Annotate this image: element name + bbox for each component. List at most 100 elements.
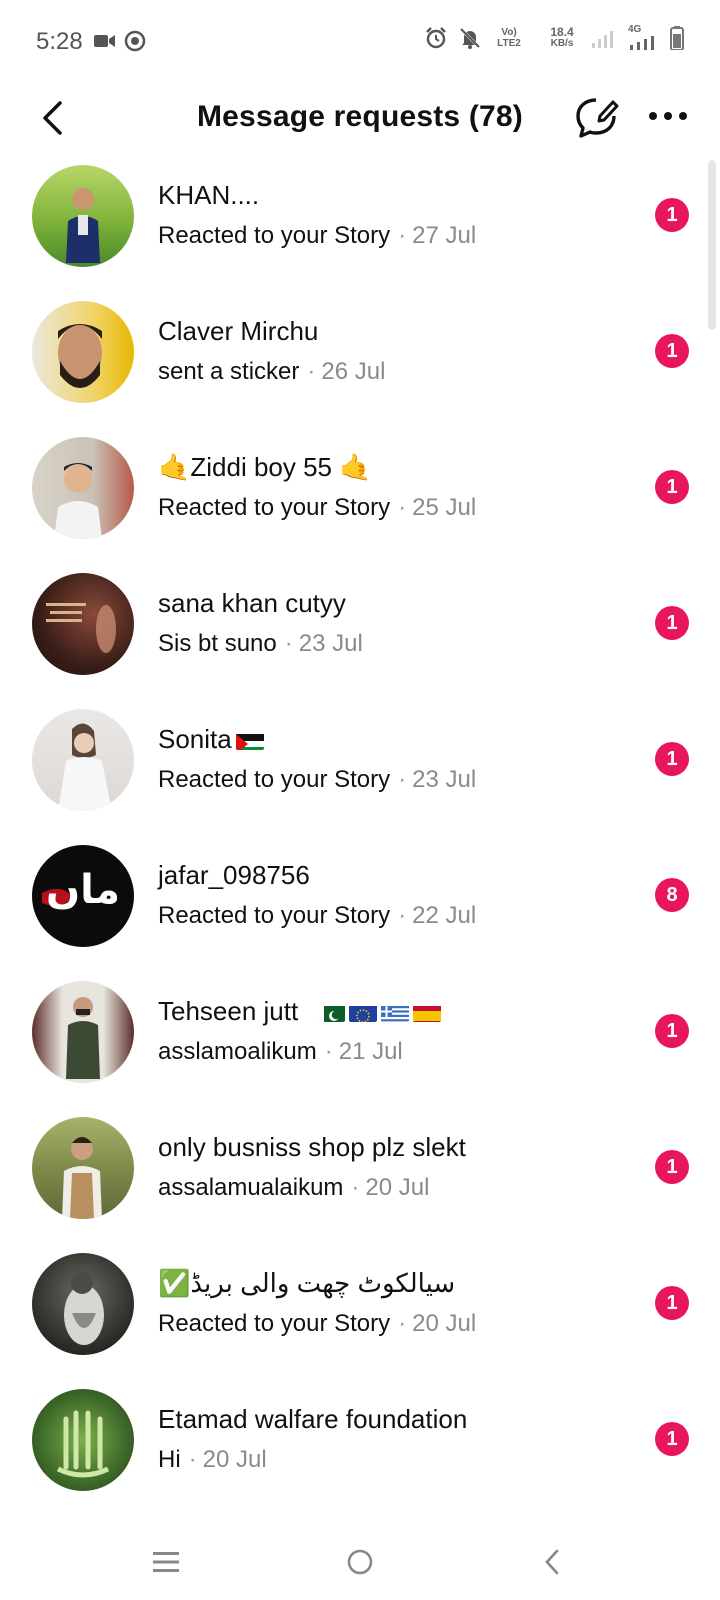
separator-dot: · bbox=[324, 1038, 333, 1065]
message-request-row[interactable]: Sonita Reacted to your Story · 23 Jul 1 bbox=[0, 700, 720, 836]
message-request-row[interactable]: ماں jafar_098756 Reacted to your Story · 2… bbox=[0, 836, 720, 972]
message-preview: Reacted to your Story · 23 Jul bbox=[158, 766, 476, 794]
sender-name-text: Sonita bbox=[158, 724, 232, 754]
avatar-figure bbox=[58, 723, 112, 811]
avatar-figure bbox=[66, 997, 100, 1079]
speed-unit: KB/s bbox=[550, 38, 574, 49]
signal-weak-icon bbox=[592, 31, 613, 48]
message-text: Reacted to your Story bbox=[158, 766, 391, 793]
avatar-calligraphy: ماں bbox=[46, 867, 120, 913]
message-date: 20 Jul bbox=[412, 1310, 477, 1337]
unread-badge: 1 bbox=[655, 742, 689, 776]
status-left-icons bbox=[94, 30, 146, 52]
unread-badge: 1 bbox=[655, 1286, 689, 1320]
avatar-figure bbox=[66, 188, 100, 263]
message-request-row[interactable]: only busniss shop plz slekt assalamualai… bbox=[0, 1108, 720, 1244]
header: Message requests (78) bbox=[0, 84, 720, 156]
message-text: Reacted to your Story bbox=[158, 1310, 391, 1337]
unread-badge: 8 bbox=[655, 878, 689, 912]
message-request-row[interactable]: Etamad walfare foundation Hi · 20 Jul 1 bbox=[0, 1380, 720, 1516]
message-date: 23 Jul bbox=[298, 630, 363, 657]
avatar[interactable]: ماں bbox=[32, 845, 134, 947]
avatar[interactable] bbox=[32, 1389, 134, 1491]
avatar-figure bbox=[54, 463, 102, 539]
separator-dot: · bbox=[398, 494, 407, 521]
avatar-figure bbox=[58, 324, 102, 388]
status-right-icons: Vo) LTE2 18.4 KB/s 4G bbox=[424, 24, 684, 50]
unread-badge: 1 bbox=[655, 1150, 689, 1184]
message-request-row[interactable]: ✅سیالکوٹ چھت والی بریڈ Reacted to your S… bbox=[0, 1244, 720, 1380]
separator-dot: · bbox=[351, 1174, 360, 1201]
sender-name: Etamad walfare foundation bbox=[158, 1404, 468, 1434]
message-preview: Reacted to your Story · 22 Jul bbox=[158, 902, 476, 930]
avatar[interactable] bbox=[32, 709, 134, 811]
separator-dot: · bbox=[398, 766, 407, 793]
video-camera-icon bbox=[94, 35, 115, 47]
system-back-button[interactable] bbox=[532, 1542, 572, 1582]
separator-dot: · bbox=[398, 1310, 407, 1337]
sender-name: Tehseen jutt bbox=[158, 996, 442, 1027]
message-request-row[interactable]: Claver Mirchu sent a sticker · 26 Jul 1 bbox=[0, 292, 720, 428]
system-navigation-bar bbox=[0, 1524, 720, 1600]
avatar-figure bbox=[64, 1272, 104, 1345]
mute-icon bbox=[459, 27, 481, 49]
separator-dot: · bbox=[398, 222, 407, 249]
message-text: sent a sticker bbox=[158, 358, 300, 385]
recent-apps-button[interactable] bbox=[146, 1542, 186, 1582]
avatar[interactable] bbox=[32, 573, 134, 675]
status-time: 5:28 bbox=[36, 28, 83, 55]
sender-name: KHAN.... bbox=[158, 180, 260, 210]
lte-label: LTE2 bbox=[497, 38, 521, 49]
lte-indicator: Vo) LTE2 bbox=[492, 27, 526, 49]
avatar[interactable] bbox=[32, 165, 134, 267]
greece-flag-icon bbox=[381, 1002, 410, 1022]
sender-name-text: Tehseen jutt bbox=[158, 996, 299, 1026]
message-preview: Hi · 20 Jul bbox=[158, 1446, 267, 1474]
avatar[interactable] bbox=[32, 1253, 134, 1355]
message-request-row[interactable]: Tehseen jutt asslamoalikum · 21 Jul 1 bbox=[0, 972, 720, 1108]
home-circle-icon bbox=[347, 1549, 373, 1575]
palestine-flag-icon bbox=[235, 730, 264, 750]
avatar-figure bbox=[46, 603, 116, 653]
alarm-icon bbox=[426, 27, 446, 49]
avatar[interactable] bbox=[32, 981, 134, 1083]
message-preview: Sis bt suno · 23 Jul bbox=[158, 630, 363, 658]
home-button[interactable] bbox=[340, 1542, 380, 1582]
separator-dot: · bbox=[284, 630, 293, 657]
message-request-row[interactable]: 🤙Ziddi boy 55 🤙 Reacted to your Story · 25… bbox=[0, 428, 720, 564]
signal-strong-icon bbox=[630, 36, 654, 50]
screen-record-icon bbox=[124, 30, 146, 52]
unread-badge: 1 bbox=[655, 606, 689, 640]
message-preview: asslamoalikum · 21 Jul bbox=[158, 1038, 403, 1066]
avatar[interactable] bbox=[32, 437, 134, 539]
message-preview: Reacted to your Story · 27 Jul bbox=[158, 222, 476, 250]
message-text: Reacted to your Story bbox=[158, 494, 391, 521]
unread-badge: 1 bbox=[655, 1422, 689, 1456]
sender-name: only busniss shop plz slekt bbox=[158, 1132, 466, 1162]
message-date: 20 Jul bbox=[202, 1446, 267, 1473]
sender-name: jafar_098756 bbox=[158, 860, 310, 890]
unread-badge: 1 bbox=[655, 470, 689, 504]
separator-dot: · bbox=[188, 1446, 197, 1473]
message-date: 20 Jul bbox=[365, 1174, 430, 1201]
message-text: Sis bt suno bbox=[158, 630, 277, 657]
compose-button[interactable] bbox=[574, 94, 620, 140]
message-date: 22 Jul bbox=[412, 902, 477, 929]
eu-flag-icon bbox=[349, 1002, 378, 1022]
more-horizontal-icon bbox=[649, 112, 687, 120]
more-options-button[interactable] bbox=[646, 102, 690, 130]
unread-badge: 1 bbox=[655, 334, 689, 368]
avatar[interactable] bbox=[32, 301, 134, 403]
avatar[interactable] bbox=[32, 1117, 134, 1219]
network-speed: 18.4 KB/s bbox=[542, 25, 582, 49]
message-preview: Reacted to your Story · 20 Jul bbox=[158, 1310, 476, 1338]
speed-value: 18.4 bbox=[550, 25, 574, 39]
signal-4g: 4G bbox=[628, 24, 660, 50]
message-request-row[interactable]: sana khan cutyy Sis bt suno · 23 Jul 1 bbox=[0, 564, 720, 700]
message-text: asslamoalikum bbox=[158, 1038, 317, 1065]
message-request-row[interactable]: KHAN.... Reacted to your Story · 27 Jul 1 bbox=[0, 156, 720, 292]
message-preview: assalamualaikum · 20 Jul bbox=[158, 1174, 429, 1202]
avatar-figure bbox=[56, 1410, 110, 1478]
avatar-figure bbox=[62, 1137, 102, 1219]
sender-name: ✅سیالکوٹ چھت والی بریڈ bbox=[158, 1268, 456, 1298]
